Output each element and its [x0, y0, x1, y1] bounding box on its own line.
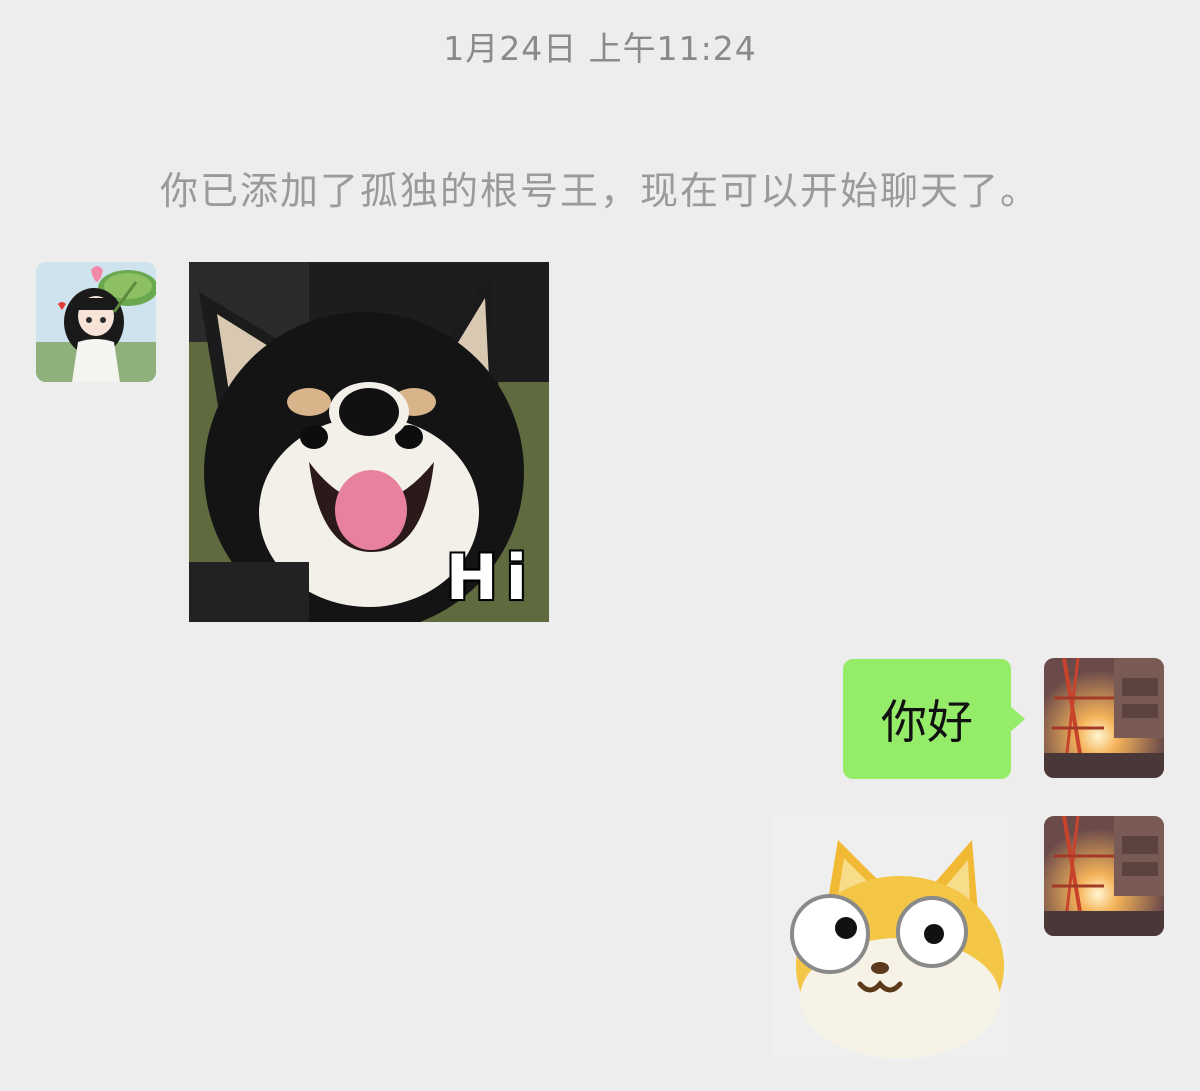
self-avatar[interactable] [1044, 658, 1164, 778]
sunset-construction-avatar-icon [1044, 658, 1164, 778]
sticker-caption: Hi [444, 540, 535, 616]
chat-timestamp: 1月24日 上午11:24 [443, 29, 757, 68]
self-message-bubble[interactable]: 你好 [843, 659, 1025, 779]
bubble-tail [1009, 705, 1025, 733]
cartoon-cat-sticker-icon [772, 816, 1010, 1062]
contact-avatar[interactable] [36, 262, 156, 382]
sunset-construction-avatar-icon [1044, 816, 1164, 936]
cartoon-cat-sticker[interactable] [772, 816, 1010, 1062]
anime-girl-lotus-avatar-icon [36, 262, 156, 382]
self-avatar[interactable] [1044, 816, 1164, 936]
message-text: 你好 [881, 695, 973, 749]
system-notice: 你已添加了孤独的根号王，现在可以开始聊天了。 [159, 169, 1040, 213]
shiba-dog-sticker[interactable]: Hi [189, 262, 549, 622]
